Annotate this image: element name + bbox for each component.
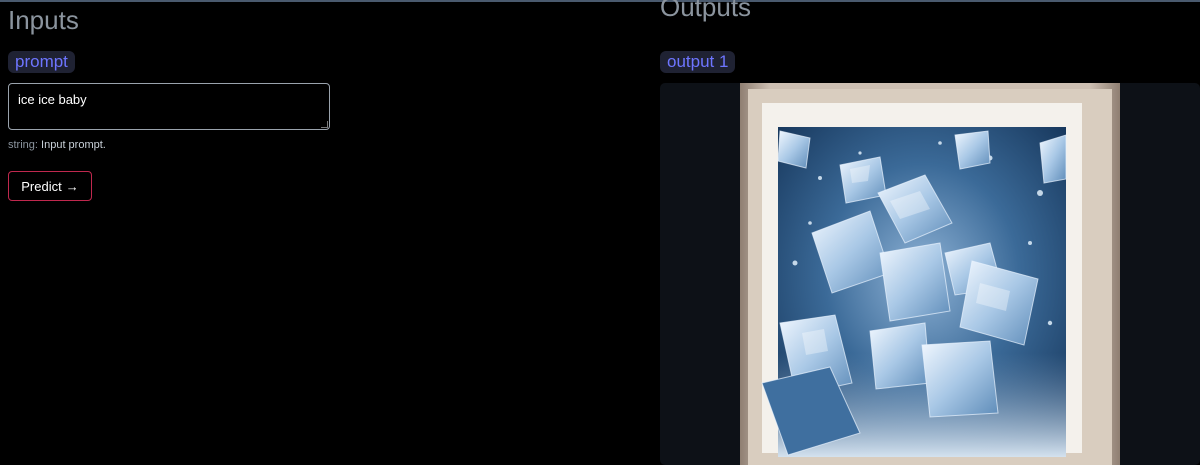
predict-button[interactable]: Predict →	[8, 171, 92, 201]
top-border	[0, 0, 1200, 2]
predict-label: Predict	[21, 178, 62, 194]
hint-description: Input prompt.	[41, 139, 106, 151]
resize-handle[interactable]	[321, 121, 328, 128]
inputs-title: Inputs	[8, 5, 79, 35]
prompt-label: prompt	[8, 51, 75, 73]
hint-type: string:	[8, 139, 38, 151]
outputs-title: Outputs	[660, 0, 752, 22]
right-arrow-icon: →	[65, 178, 79, 194]
prompt-value: ice ice baby	[18, 92, 87, 107]
output-label: output 1	[660, 51, 736, 73]
prompt-hint: string: Input prompt.	[8, 139, 106, 151]
output-image-card	[660, 83, 1200, 465]
output-image[interactable]	[740, 83, 1120, 465]
prompt-textarea[interactable]: ice ice baby	[8, 83, 330, 130]
